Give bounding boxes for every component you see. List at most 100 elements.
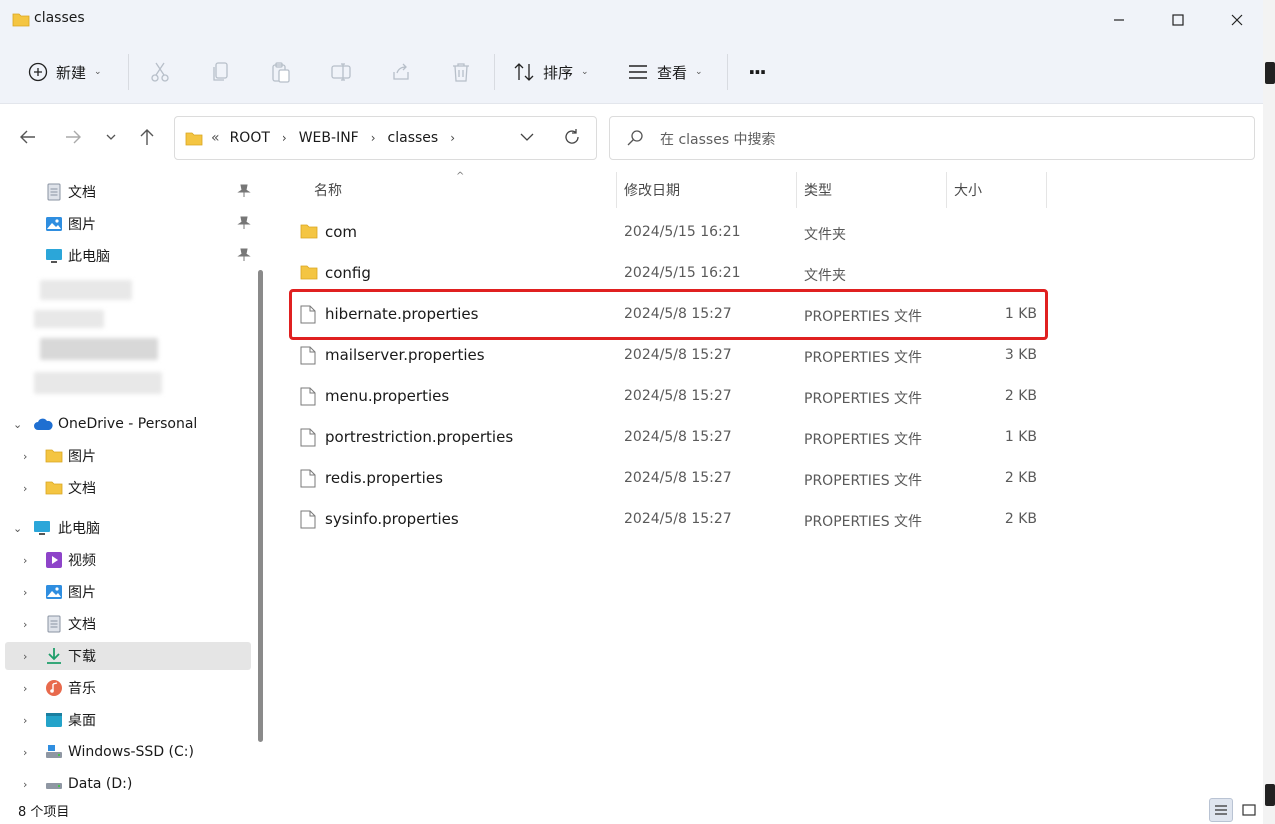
minimize-button[interactable] [1090, 0, 1148, 40]
chevron-down-icon[interactable]: ⌄ [13, 418, 22, 431]
breadcrumb-web-inf[interactable]: WEB-INF [299, 130, 359, 146]
up-button[interactable] [132, 122, 162, 152]
chevron-right-icon[interactable]: › [23, 586, 27, 599]
maximize-button[interactable] [1149, 0, 1207, 40]
chevron-right-icon[interactable]: › [23, 554, 27, 567]
view-label: 查看 [657, 63, 688, 82]
column-divider[interactable] [796, 172, 797, 208]
address-bar[interactable]: « ROOT › WEB-INF › classes › [174, 116, 597, 160]
table-row[interactable]: mailserver.properties 2024/5/8 15:27 PRO… [292, 335, 1047, 376]
delete-button[interactable] [450, 40, 472, 104]
refresh-button[interactable] [563, 128, 581, 150]
file-icon [300, 346, 316, 365]
sidebar-item-pictures[interactable]: 图片 [5, 210, 251, 238]
sidebar-item-onedrive-documents[interactable]: › 文档 [5, 474, 251, 502]
sidebar-item-videos[interactable]: › 视频 [5, 546, 251, 574]
copy-icon [213, 62, 228, 81]
chevron-down-icon[interactable]: ⌄ [13, 522, 22, 535]
copy-button[interactable] [211, 40, 231, 104]
more-icon: ··· [748, 60, 767, 84]
share-button[interactable] [390, 40, 412, 104]
file-size: 2 KB [1004, 470, 1037, 486]
sidebar-item-desktop[interactable]: › 桌面 [5, 706, 251, 734]
table-row[interactable]: portrestriction.properties 2024/5/8 15:2… [292, 417, 1047, 458]
file-size: 3 KB [1004, 347, 1037, 363]
sidebar-item-pc-pictures[interactable]: › 图片 [5, 578, 251, 606]
back-button[interactable] [13, 122, 43, 152]
table-row[interactable]: sysinfo.properties 2024/5/8 15:27 PROPER… [292, 499, 1047, 540]
tiles-view-button[interactable] [1237, 798, 1261, 822]
close-button[interactable] [1208, 0, 1266, 40]
column-divider[interactable] [946, 172, 947, 208]
folder-icon [185, 132, 203, 145]
sidebar-item-drive-c[interactable]: › Windows-SSD (C:) [5, 738, 251, 766]
chevron-right-icon[interactable]: › [23, 714, 27, 727]
column-divider[interactable] [616, 172, 617, 208]
column-header-modified[interactable]: 修改日期 [624, 172, 680, 208]
sidebar-item-downloads[interactable]: › 下载 [5, 642, 251, 670]
view-button[interactable]: 查看 ⌄ [627, 40, 703, 104]
table-row[interactable]: redis.properties 2024/5/8 15:27 PROPERTI… [292, 458, 1047, 499]
file-size: 2 KB [1004, 511, 1037, 527]
sidebar-item-documents[interactable]: 文档 [5, 178, 251, 206]
sidebar-item-pc-documents[interactable]: › 文档 [5, 610, 251, 638]
table-row[interactable]: com 2024/5/15 16:21 文件夹 [292, 212, 1047, 253]
pin-icon[interactable] [237, 248, 251, 262]
sort-button[interactable]: 排序 ⌄ [513, 40, 589, 104]
column-header-name[interactable]: 名称 [314, 172, 342, 208]
file-type: PROPERTIES 文件 [804, 514, 923, 530]
column-header-type[interactable]: 类型 [804, 172, 832, 208]
chevron-right-icon[interactable]: › [23, 682, 27, 695]
sidebar-item-this-pc-pinned[interactable]: 此电脑 [5, 242, 251, 270]
chevron-right-icon[interactable]: › [450, 131, 455, 145]
forward-button[interactable] [58, 122, 88, 152]
sidebar-item-this-pc[interactable]: ⌄ 此电脑 [5, 514, 251, 542]
table-row[interactable]: config 2024/5/15 16:21 文件夹 [292, 253, 1047, 294]
sidebar-item-onedrive-pictures[interactable]: › 图片 [5, 442, 251, 470]
chevron-right-icon[interactable]: › [371, 131, 376, 145]
breadcrumb-classes[interactable]: classes [388, 130, 439, 146]
item-count: 8 个项目 [18, 805, 70, 820]
redacted-item [34, 372, 162, 394]
breadcrumb-root[interactable]: ROOT [230, 130, 270, 146]
column-divider[interactable] [1046, 172, 1047, 208]
chevron-right-icon[interactable]: › [23, 618, 27, 631]
sidebar-item-label: 桌面 [68, 713, 96, 729]
new-button[interactable]: 新建 ⌄ [28, 40, 102, 104]
pin-icon[interactable] [237, 184, 251, 198]
download-icon [47, 648, 61, 664]
highlight-annotation [289, 289, 1048, 340]
column-header-size[interactable]: 大小 [954, 172, 982, 208]
chevron-right-icon[interactable]: › [23, 650, 27, 663]
table-row[interactable]: menu.properties 2024/5/8 15:27 PROPERTIE… [292, 376, 1047, 417]
document-icon [47, 183, 61, 201]
music-icon [46, 680, 62, 696]
sidebar-item-music[interactable]: › 音乐 [5, 674, 251, 702]
chevron-right-icon[interactable]: › [23, 778, 27, 791]
chevron-right-icon[interactable]: › [23, 482, 27, 495]
sidebar-item-onedrive[interactable]: ⌄ OneDrive - Personal [5, 410, 251, 438]
sidebar-item-drive-d[interactable]: › Data (D:) [5, 770, 251, 796]
sidebar-scrollbar[interactable] [258, 270, 263, 742]
cut-button[interactable] [150, 40, 170, 104]
chevron-right-icon[interactable]: › [23, 746, 27, 759]
rename-button[interactable] [330, 40, 352, 104]
details-view-button[interactable] [1209, 798, 1233, 822]
more-options-button[interactable]: ··· [748, 40, 767, 104]
folder-icon [12, 11, 30, 31]
paste-button[interactable] [270, 40, 292, 104]
pin-icon[interactable] [237, 216, 251, 230]
navigation-bar: « ROOT › WEB-INF › classes › 在 classes 中… [0, 104, 1263, 172]
chevron-right-icon[interactable]: › [23, 450, 27, 463]
new-label: 新建 [56, 63, 87, 82]
recent-locations-button[interactable] [96, 122, 126, 152]
redacted-item [34, 310, 104, 328]
computer-icon [34, 521, 50, 535]
file-icon [300, 469, 316, 488]
chevron-right-icon[interactable]: › [282, 131, 287, 145]
address-history-button[interactable] [519, 130, 535, 148]
breadcrumb-overflow[interactable]: « [211, 130, 220, 146]
file-date: 2024/5/8 15:27 [624, 347, 732, 363]
search-box[interactable]: 在 classes 中搜索 [609, 116, 1255, 160]
search-placeholder: 在 classes 中搜索 [660, 132, 776, 148]
